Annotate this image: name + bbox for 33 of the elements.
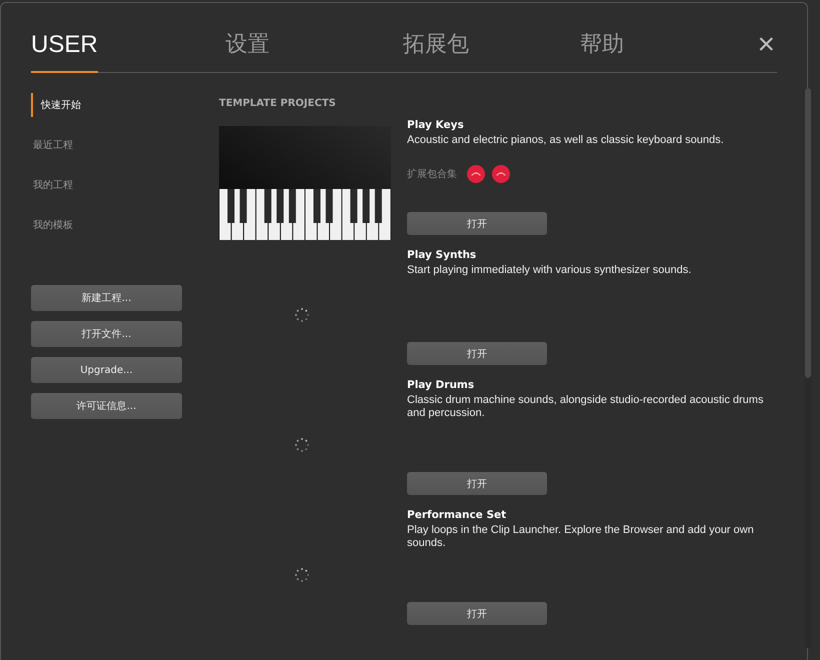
project-description: Acoustic and electric pianos, as well as classic keyboard sounds. [407, 134, 725, 147]
sidebar-item[interactable]: 我的模板 [31, 213, 73, 237]
close-button[interactable]: × [757, 30, 778, 72]
open-button[interactable]: 打开 [407, 342, 547, 365]
sidebar-item[interactable]: 快速开始 [31, 93, 81, 117]
project-title: Play Drums [407, 379, 476, 391]
project-description: Play loops in the Clip Launcher. Explore the Browser and add your own sounds. [407, 524, 755, 550]
project-description: Classic drum machine sounds, alongside studio-recorded acoustic drums and percussion. [407, 394, 764, 420]
sidebar-item[interactable]: 最近工程 [31, 133, 73, 157]
sidebar-item[interactable]: 我的工程 [31, 173, 73, 197]
sidebar-button[interactable]: 许可证信息... [31, 393, 182, 419]
project-title: Performance Set [407, 509, 508, 521]
loading-spinner-icon [294, 567, 310, 583]
loading-spinner-icon [294, 307, 310, 323]
packs-label: 扩展包合集 [407, 168, 457, 181]
pack-icon [492, 165, 510, 183]
pack-icon [467, 165, 485, 183]
open-button[interactable]: 打开 [407, 212, 547, 235]
project-description: Start playing immediately with various synthesizer sounds. [407, 264, 692, 277]
sidebar-button[interactable]: Upgrade... [31, 357, 182, 383]
tab[interactable]: 拓展包 [402, 29, 580, 73]
tab[interactable]: 设置 [226, 29, 403, 73]
tab[interactable]: 帮助 [580, 29, 758, 73]
sidebar-button[interactable]: 新建工程... [31, 285, 182, 311]
project-title: Play Keys [407, 119, 465, 131]
scrollbar[interactable] [805, 88, 811, 648]
section-title: TEMPLATE PROJECTS [219, 98, 337, 111]
open-button[interactable]: 打开 [407, 472, 547, 495]
project-title: Play Synths [407, 249, 478, 261]
open-button[interactable]: 打开 [407, 602, 547, 625]
tab[interactable]: USER [31, 31, 98, 73]
sidebar-button[interactable]: 打开文件... [31, 321, 182, 347]
loading-spinner-icon [294, 437, 310, 453]
